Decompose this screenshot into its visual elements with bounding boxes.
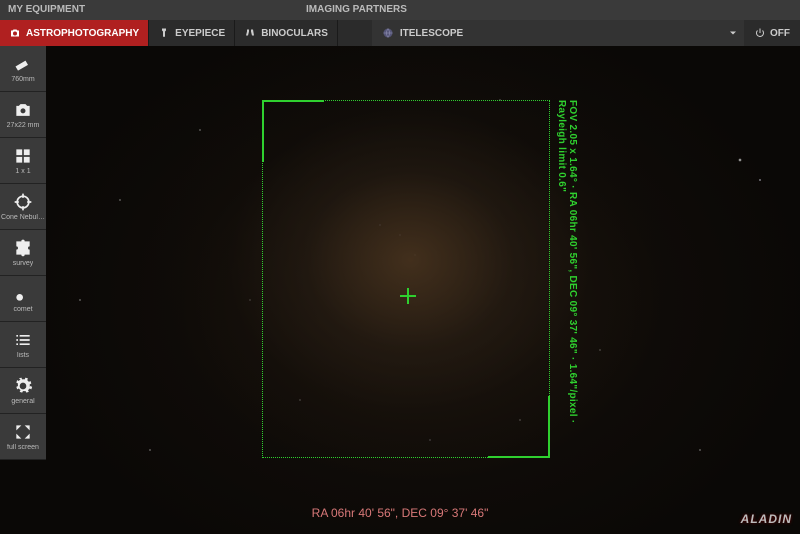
grid-icon xyxy=(13,146,33,166)
tab-binoculars[interactable]: BINOCULARS xyxy=(235,20,338,46)
sidebar-label: 1 x 1 xyxy=(15,168,30,175)
sidebar-label: comet xyxy=(13,306,32,313)
partner-off-button[interactable]: OFF xyxy=(744,20,800,46)
equipment-tab-bar: ASTROPHOTOGRAPHY EYEPIECE BINOCULARS ITE… xyxy=(0,20,800,46)
sidebar-mosaic[interactable]: 1 x 1 xyxy=(0,138,46,184)
telescope-icon xyxy=(13,54,33,74)
tab-astrophotography[interactable]: ASTROPHOTOGRAPHY xyxy=(0,20,149,46)
sidebar-comet[interactable]: comet xyxy=(0,276,46,322)
partner-icon xyxy=(382,27,394,39)
sidebar-general[interactable]: general xyxy=(0,368,46,414)
sidebar-label: 27x22 mm xyxy=(7,122,40,129)
crosshair-icon xyxy=(13,192,33,212)
sidebar-target[interactable]: Cone Nebul… xyxy=(0,184,46,230)
tab-eyepiece[interactable]: EYEPIECE xyxy=(149,20,235,46)
sidebar-survey[interactable]: survey xyxy=(0,230,46,276)
eyepiece-icon xyxy=(158,27,170,39)
sidebar-label: full screen xyxy=(7,444,39,451)
camera-icon xyxy=(9,27,21,39)
my-equipment-label: MY EQUIPMENT xyxy=(0,0,298,20)
pointer-coordinates: RA 06hr 40' 56", DEC 09° 37' 46" xyxy=(0,506,800,520)
top-label-bar: MY EQUIPMENT IMAGING PARTNERS xyxy=(0,0,800,20)
list-icon xyxy=(13,330,33,350)
binoculars-icon xyxy=(244,27,256,39)
power-icon xyxy=(754,27,766,39)
puzzle-icon xyxy=(13,238,33,258)
imaging-partners-label: IMAGING PARTNERS xyxy=(298,0,800,20)
sidebar-label: general xyxy=(11,398,34,405)
partner-dropdown[interactable]: ITELESCOPE xyxy=(372,20,722,46)
sidebar-telescope[interactable]: 760mm xyxy=(0,46,46,92)
left-sidebar: 760mm 27x22 mm 1 x 1 Cone Nebul… survey … xyxy=(0,46,46,460)
aladin-logo: ALADIN xyxy=(741,512,792,526)
center-crosshair xyxy=(400,288,416,304)
partner-selected: ITELESCOPE xyxy=(400,28,463,39)
camera-icon xyxy=(13,100,33,120)
tab-label: EYEPIECE xyxy=(175,28,225,39)
partner-chevron[interactable] xyxy=(722,20,744,46)
sidebar-label: survey xyxy=(13,260,34,267)
off-label: OFF xyxy=(770,28,790,39)
fullscreen-icon xyxy=(13,422,33,442)
fov-annotation: FOV 2.05 x 1.64° · RA 06hr 40' 56", DEC … xyxy=(556,100,578,460)
sidebar-lists[interactable]: lists xyxy=(0,322,46,368)
sidebar-label: lists xyxy=(17,352,29,359)
chevron-down-icon xyxy=(727,27,739,39)
sidebar-camera[interactable]: 27x22 mm xyxy=(0,92,46,138)
gear-icon xyxy=(13,376,33,396)
sidebar-fullscreen[interactable]: full screen xyxy=(0,414,46,460)
fov-corner-bottom-right xyxy=(488,396,550,458)
tab-label: ASTROPHOTOGRAPHY xyxy=(26,28,139,39)
fov-corner-top-left xyxy=(262,100,324,162)
sidebar-label: 760mm xyxy=(11,76,34,83)
sidebar-label: Cone Nebul… xyxy=(1,214,45,221)
comet-icon xyxy=(13,284,33,304)
tab-label: BINOCULARS xyxy=(261,28,328,39)
